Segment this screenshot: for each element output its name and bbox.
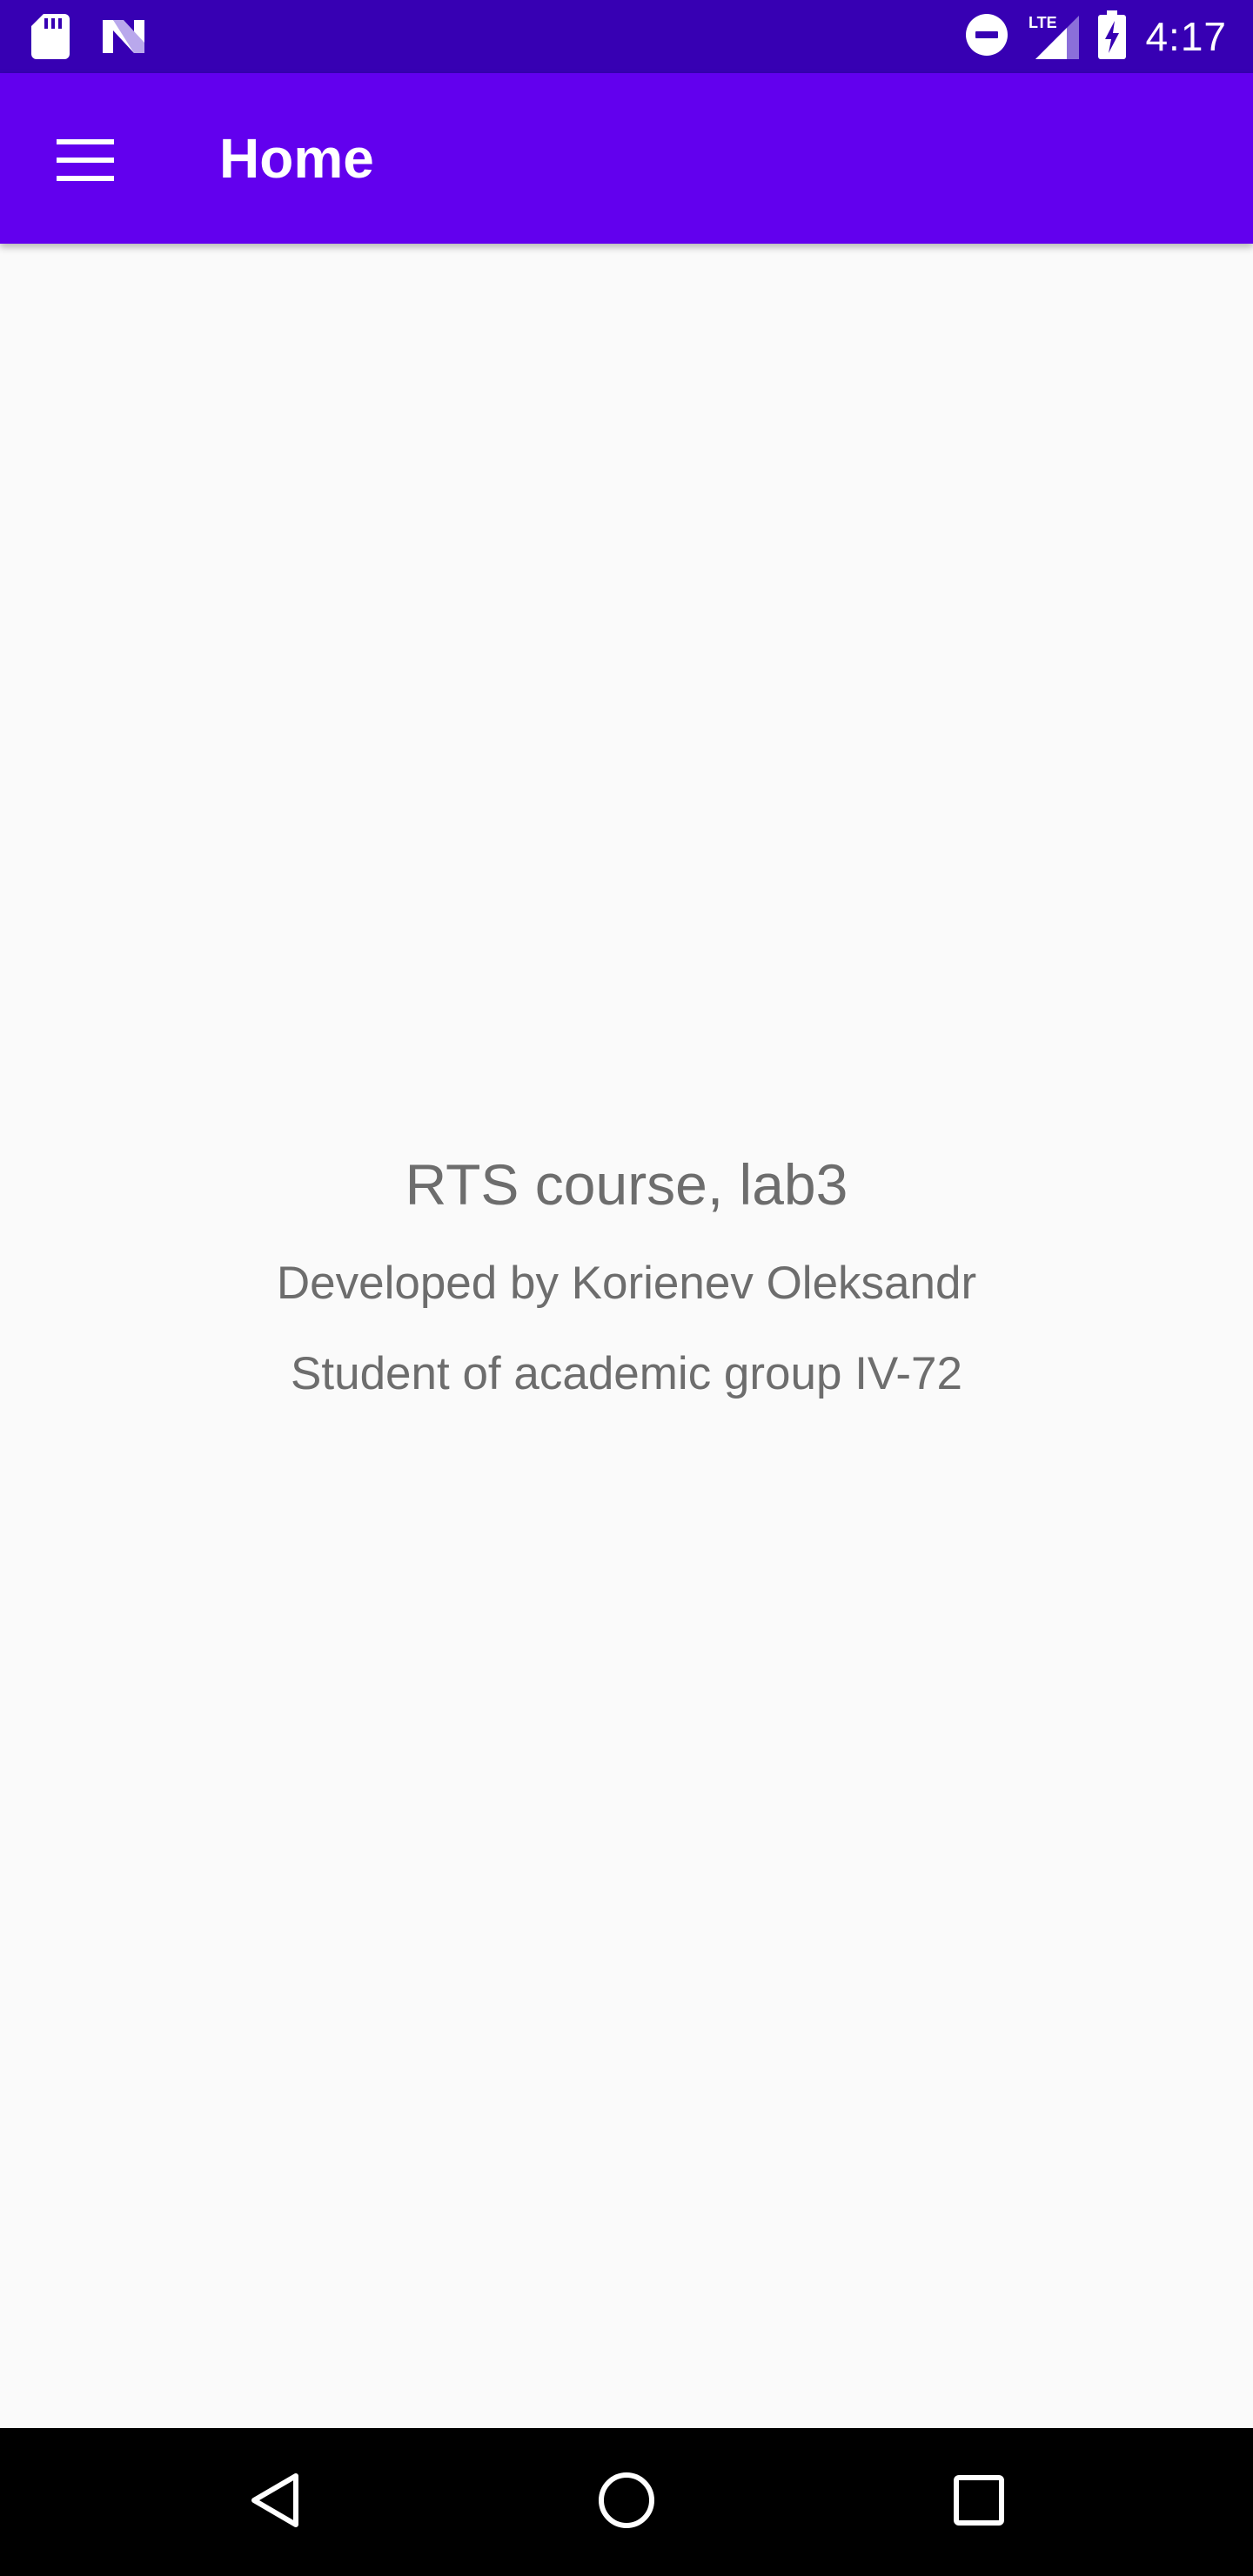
status-left-icons bbox=[31, 14, 150, 64]
developer-text: Developed by Korienev Oleksandr bbox=[276, 1258, 977, 1309]
back-button[interactable] bbox=[223, 2450, 327, 2554]
lte-signal-icon: LTE bbox=[1029, 10, 1080, 64]
recents-button[interactable] bbox=[927, 2450, 1031, 2554]
lte-label: LTE bbox=[1029, 14, 1057, 31]
battery-charging-icon bbox=[1098, 10, 1127, 64]
hamburger-menu-icon bbox=[57, 138, 114, 185]
page-title: Home bbox=[219, 127, 374, 190]
status-right-icons: LTE 4:17 bbox=[964, 9, 1227, 64]
course-title: RTS course, lab3 bbox=[405, 1152, 848, 1217]
navigation-bar bbox=[0, 2428, 1253, 2576]
group-text: Student of academic group IV-72 bbox=[291, 1348, 962, 1399]
main-content: RTS course, lab3 Developed by Korienev O… bbox=[0, 244, 1253, 2428]
app-bar: Home bbox=[0, 73, 1253, 244]
menu-button[interactable] bbox=[44, 120, 127, 204]
sd-card-icon bbox=[31, 14, 70, 64]
status-time: 4:17 bbox=[1145, 14, 1227, 59]
recents-icon bbox=[953, 2474, 1005, 2531]
status-bar: LTE 4:17 bbox=[0, 0, 1253, 73]
home-button[interactable] bbox=[574, 2450, 679, 2554]
do-not-disturb-icon bbox=[964, 12, 1009, 62]
home-icon bbox=[598, 2472, 655, 2533]
n-logo-icon bbox=[101, 17, 150, 61]
back-icon bbox=[249, 2472, 301, 2533]
